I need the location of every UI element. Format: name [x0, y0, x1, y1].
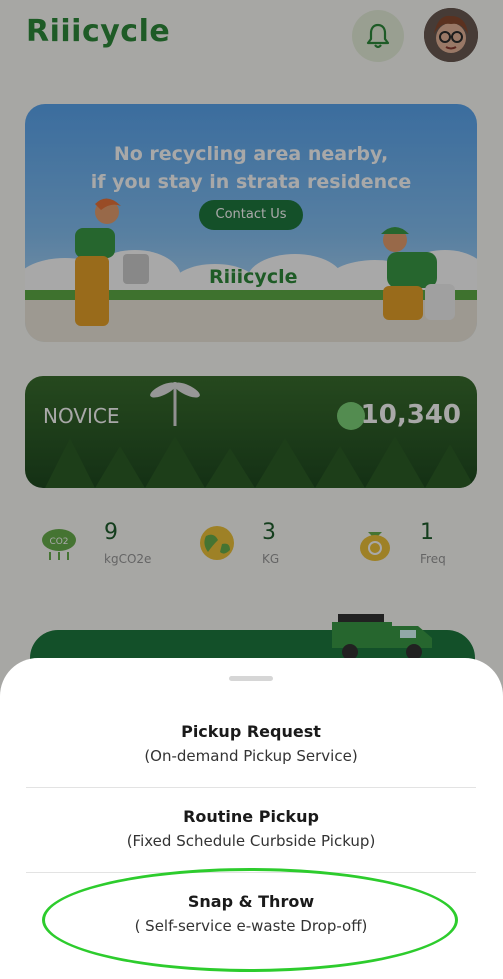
sheet-drag-handle[interactable]: [229, 676, 273, 681]
option-title: Routine Pickup: [183, 807, 319, 826]
option-routine-pickup[interactable]: Routine Pickup (Fixed Schedule Curbside …: [26, 807, 476, 850]
option-pickup-request[interactable]: Pickup Request (On-demand Pickup Service…: [26, 722, 476, 765]
option-title: Pickup Request: [181, 722, 321, 741]
option-subtitle: (On-demand Pickup Service): [144, 747, 358, 765]
divider: [26, 787, 476, 788]
option-subtitle: (Fixed Schedule Curbside Pickup): [126, 832, 376, 850]
highlight-ellipse: [42, 868, 458, 972]
